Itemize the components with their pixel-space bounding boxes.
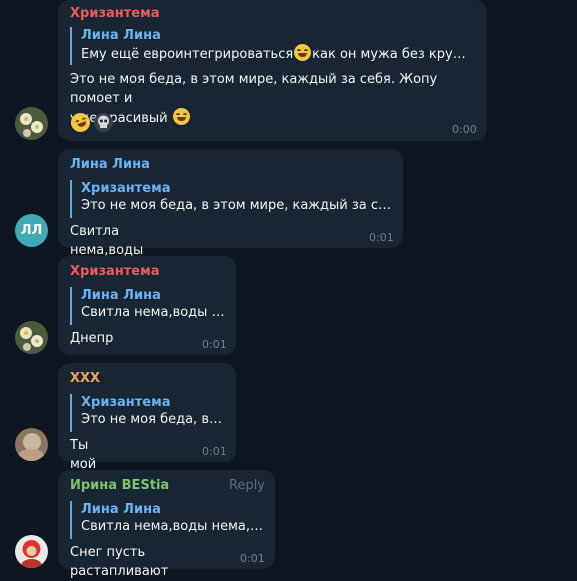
avatar-photo[interactable] [15,428,48,461]
reply-quote[interactable]: Хризантема Это не моя беда, в этом мире,… [70,180,392,218]
message-time: 0:01 [202,338,227,351]
avatar-initials-text: ЛЛ [20,223,43,238]
reply-button[interactable]: Reply [229,478,265,493]
reply-quote[interactable]: Хризантема Это не моя беда, в эт... [70,394,225,432]
message-time: 0:01 [240,552,265,565]
message-text: Снег пусть растапливают [70,545,169,579]
avatar-initials[interactable]: ЛЛ [15,214,48,247]
avatar-photo[interactable] [15,535,48,568]
reply-text: Это не моя беда, в этом мире, каждый за … [81,198,392,213]
reply-text: Это не моя беда, в эт... [81,412,225,427]
sender-name[interactable]: Хризантема [70,264,160,279]
reply-text: Ему ещё евроинтегрироваться как он мужа б… [81,44,475,63]
sender-name[interactable]: Ирина BEStia [70,478,169,493]
message-text: Днепр [70,331,114,346]
message-time: 0:01 [202,445,227,458]
sender-name[interactable]: XXX [70,371,100,386]
reply-author: Лина Лина [81,288,161,303]
laughing-emoji [294,44,312,61]
rofl-emoji[interactable] [68,110,93,135]
sender-name[interactable]: Лина Лина [70,157,150,172]
skull-emoji[interactable] [94,113,113,132]
avatar-flowers[interactable] [15,107,48,140]
reply-quote[interactable]: Лина Лина Свитла нема,воды нема,как... [70,501,264,539]
reply-author: Лина Лина [81,28,161,43]
reply-quote[interactable]: Лина Лина Свитла нема,воды не... [70,287,225,325]
reply-quote[interactable]: Лина Лина Ему ещё евроинтегрироваться как… [70,27,475,65]
reply-author: Хризантема [81,395,171,410]
avatar-flowers[interactable] [15,321,48,354]
reactions[interactable] [68,110,113,135]
message-time: 0:00 [452,123,477,136]
reply-author: Хризантема [81,181,171,196]
reply-text: Свитла нема,воды не... [81,305,225,320]
grinning-emoji [172,108,190,125]
reply-author: Лина Лина [81,502,161,517]
message-time: 0:01 [369,231,394,244]
sender-name[interactable]: Хризантема [70,6,160,21]
reply-text: Свитла нема,воды нема,как... [81,519,264,534]
message-text: Это не моя беда, в этом мире, каждый за … [70,72,438,126]
